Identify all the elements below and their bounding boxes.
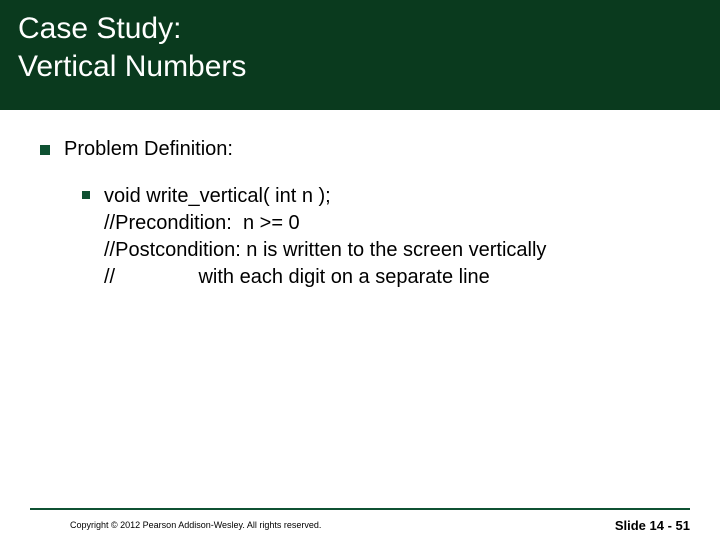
footer: Copyright © 2012 Pearson Addison-Wesley.…	[0, 510, 720, 540]
slide-title-line2: Vertical Numbers	[18, 48, 702, 86]
bullet-level1: Problem Definition:	[40, 138, 680, 161]
slide-number: Slide 14 - 51	[615, 518, 690, 533]
square-bullet-icon	[40, 145, 50, 155]
title-bar: Case Study: Vertical Numbers	[0, 0, 720, 110]
slide-title-line1: Case Study:	[18, 10, 702, 48]
square-bullet-icon	[82, 191, 90, 199]
code-block: void write_vertical( int n ); //Precondi…	[104, 183, 546, 291]
bullet1-text: Problem Definition:	[64, 138, 233, 161]
content-area: Problem Definition: void write_vertical(…	[0, 110, 720, 291]
bullet-level2: void write_vertical( int n ); //Precondi…	[82, 183, 680, 291]
copyright-text: Copyright © 2012 Pearson Addison-Wesley.…	[70, 520, 321, 530]
